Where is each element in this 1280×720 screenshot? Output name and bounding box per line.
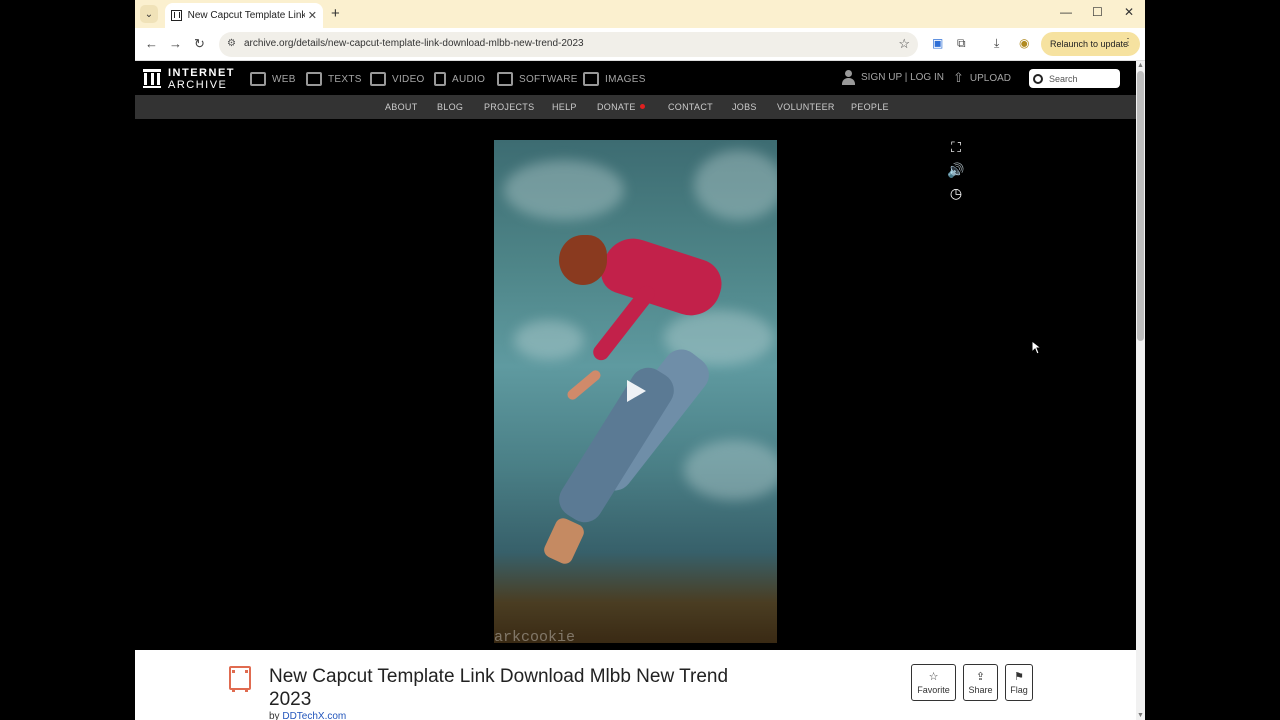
clock-icon[interactable]: ◷: [947, 185, 965, 201]
share-icon: ⇪: [975, 670, 986, 683]
search-icon: [1033, 73, 1043, 84]
scroll-thumb[interactable]: [1137, 71, 1144, 341]
film-icon: [370, 72, 386, 86]
minimize-button[interactable]: —: [1060, 5, 1072, 19]
floppy-icon: [497, 72, 513, 86]
forward-button[interactable]: →: [169, 36, 182, 51]
video-theater: arkcookie ⛶ 🔊 ◷: [135, 119, 1136, 650]
speaker-icon: [434, 72, 446, 86]
web-icon: [250, 72, 266, 86]
tab-title: New Capcut Template Link Dow: [187, 10, 305, 21]
nav-projects[interactable]: PROJECTS: [484, 102, 534, 112]
nav-blog[interactable]: BLOG: [437, 102, 463, 112]
ia-top-nav: INTERNET ARCHIVE WEB TEXTS VIDEO AUDIO S…: [135, 61, 1136, 95]
nav-images[interactable]: IMAGES: [583, 70, 646, 88]
close-icon[interactable]: ✕: [308, 9, 317, 22]
nav-volunteer[interactable]: VOLUNTEER: [777, 102, 835, 112]
share-button[interactable]: ⇪ Share: [963, 664, 998, 701]
item-details: New Capcut Template Link Download Mlbb N…: [135, 650, 1136, 720]
movie-media-icon: [229, 666, 251, 692]
site-info-icon[interactable]: ⚙: [227, 38, 236, 49]
star-icon: ☆: [928, 670, 939, 683]
mouse-cursor-icon: [1031, 340, 1041, 355]
page-scrollbar[interactable]: ▲ ▼: [1136, 61, 1145, 720]
url-text: archive.org/details/new-capcut-template-…: [244, 38, 584, 49]
user-icon: [842, 70, 855, 85]
tab-search-button[interactable]: ⌄: [140, 5, 158, 23]
browser-tab[interactable]: New Capcut Template Link Dow ✕: [165, 3, 323, 28]
chevron-down-icon: ⌄: [144, 8, 154, 20]
nav-contact[interactable]: CONTACT: [668, 102, 713, 112]
browser-window: ⌄ New Capcut Template Link Dow ✕ + — ☐ ✕…: [135, 0, 1145, 720]
profile-icon[interactable]: ◉: [1019, 36, 1029, 50]
favorite-button[interactable]: ☆ Favorite: [911, 664, 956, 701]
browser-toolbar: ← → ↻ ⚙ archive.org/details/new-capcut-t…: [135, 28, 1145, 61]
extension-icon[interactable]: ▣: [932, 36, 943, 50]
reload-button[interactable]: ↻: [194, 36, 205, 52]
search-box: [1029, 69, 1120, 88]
download-icon[interactable]: ⤓: [994, 36, 999, 51]
archive-favicon-icon: [171, 10, 182, 21]
bookmark-star-icon[interactable]: ☆: [898, 36, 910, 52]
address-bar[interactable]: ⚙ archive.org/details/new-capcut-templat…: [219, 32, 918, 57]
nav-donate[interactable]: DONATE: [597, 102, 645, 112]
item-title: New Capcut Template Link Download Mlbb N…: [269, 666, 729, 710]
donate-heart-icon: [639, 104, 645, 109]
volume-icon[interactable]: 🔊: [947, 162, 965, 178]
play-button[interactable]: [627, 380, 646, 402]
nav-software[interactable]: SOFTWARE: [497, 70, 578, 88]
signup-login-link[interactable]: SIGN UP | LOG IN: [842, 70, 944, 85]
nav-about[interactable]: ABOUT: [385, 102, 418, 112]
archive-logo[interactable]: INTERNET ARCHIVE: [168, 67, 235, 91]
relaunch-label: Relaunch to update: [1050, 39, 1129, 49]
nav-jobs[interactable]: JOBS: [732, 102, 757, 112]
scroll-down-icon[interactable]: ▼: [1137, 712, 1144, 719]
nav-web[interactable]: WEB: [250, 70, 296, 88]
upload-icon: ⇧: [953, 70, 964, 85]
back-button[interactable]: ←: [145, 36, 158, 51]
byline: by DDTechX.com: [269, 711, 347, 720]
nav-video[interactable]: VIDEO: [370, 70, 425, 88]
scroll-up-icon[interactable]: ▲: [1137, 62, 1144, 69]
more-menu-icon[interactable]: ⋮: [1123, 37, 1133, 48]
relaunch-button[interactable]: Relaunch to update ⋮: [1041, 32, 1140, 56]
nav-help[interactable]: HELP: [552, 102, 577, 112]
flag-icon: ⚑: [1014, 670, 1024, 683]
video-player[interactable]: arkcookie: [494, 140, 777, 643]
search-input[interactable]: [1049, 73, 1113, 84]
window-close-button[interactable]: ✕: [1124, 5, 1134, 19]
maximize-button[interactable]: ☐: [1092, 5, 1103, 19]
image-icon: [583, 72, 599, 86]
book-icon: [306, 72, 322, 86]
author-link[interactable]: DDTechX.com: [282, 711, 346, 720]
video-watermark: arkcookie: [494, 629, 576, 643]
tab-strip: ⌄ New Capcut Template Link Dow ✕ + — ☐ ✕: [135, 0, 1145, 28]
fullscreen-icon[interactable]: ⛶: [947, 139, 965, 155]
extensions-puzzle-icon[interactable]: ⧉: [957, 36, 966, 51]
flag-button[interactable]: ⚑ Flag: [1005, 664, 1033, 701]
nav-texts[interactable]: TEXTS: [306, 70, 362, 88]
nav-audio[interactable]: AUDIO: [434, 70, 485, 88]
nav-people[interactable]: PEOPLE: [851, 102, 889, 112]
archive-logo-icon[interactable]: [143, 69, 161, 88]
new-tab-button[interactable]: +: [331, 5, 340, 22]
ia-sub-nav: ABOUT BLOG PROJECTS HELP DONATE CONTACT …: [135, 95, 1136, 119]
upload-link[interactable]: ⇧ UPLOAD: [953, 70, 1011, 86]
